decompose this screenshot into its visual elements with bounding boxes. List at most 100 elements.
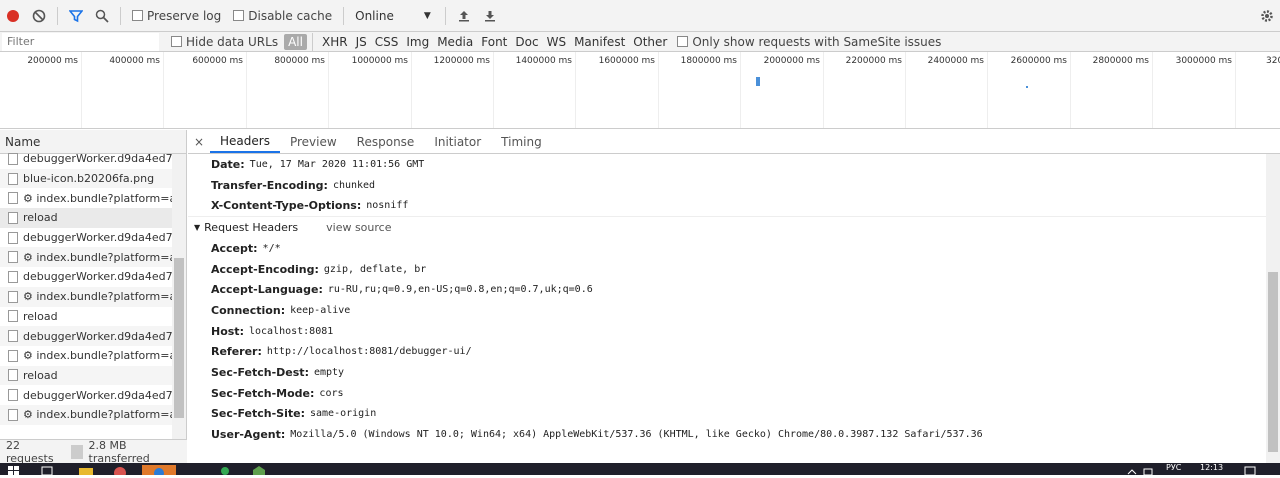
file-explorer-icon[interactable] <box>78 465 96 475</box>
triangle-down-icon: ▼ <box>194 223 201 233</box>
preserve-log-label: Preserve log <box>147 8 222 23</box>
type-filter-media[interactable]: Media <box>433 34 477 50</box>
tick-label: 2800000 ms <box>1092 56 1149 66</box>
file-icon <box>8 369 18 382</box>
request-list-scrollbar[interactable] <box>172 154 186 440</box>
disable-cache-checkbox[interactable]: Disable cache <box>233 9 332 23</box>
type-filter-doc[interactable]: Doc <box>511 34 542 50</box>
response-header-row: Transfer-Encoding: chunked <box>188 175 1266 196</box>
header-key: User-Agent: <box>211 428 286 442</box>
request-row[interactable]: debuggerWorker.d9da4ed7.js <box>0 326 172 346</box>
request-row[interactable]: ⚙ index.bundle?platform=android <box>0 404 172 425</box>
file-icon <box>8 290 18 303</box>
request-row[interactable]: ⚙ index.bundle?platform=android <box>0 247 172 268</box>
type-filter-ws[interactable]: WS <box>543 34 570 50</box>
type-filter-all[interactable]: All <box>284 33 307 50</box>
file-icon <box>8 211 18 224</box>
request-header-row: Accept-Language: ru-RU,ru;q=0.9,en-US;q=0… <box>188 279 1266 300</box>
transfer-size: 2.8 MB transferred <box>88 438 150 465</box>
network-icon <box>1142 465 1160 476</box>
tick-label: 200000 ms <box>27 56 78 66</box>
type-filter-manifest[interactable]: Manifest <box>570 34 629 50</box>
throttling-value: Online <box>355 8 394 23</box>
header-value: http://localhost:8081/debugger-ui/ <box>266 346 472 358</box>
request-row[interactable]: ⚙ index.bundle?platform=android <box>0 188 172 208</box>
settings-button[interactable] <box>1254 3 1280 29</box>
request-row[interactable]: debuggerWorker.d9da4ed7.js <box>0 228 172 248</box>
request-header-row: Accept: */* <box>188 238 1266 259</box>
tab-timing[interactable]: Timing <box>491 130 552 153</box>
windows-start-icon[interactable] <box>8 465 26 475</box>
request-name: ⚙ index.bundle?platform=android <box>23 408 172 422</box>
request-name: reload <box>23 309 58 323</box>
checkbox-box <box>171 36 182 47</box>
request-row[interactable]: ⚙ index.bundle?platform=android <box>0 346 172 366</box>
maps-app-icon[interactable] <box>218 465 236 475</box>
type-filter-css[interactable]: CSS <box>371 34 403 50</box>
request-row-selected[interactable]: reload <box>0 208 172 228</box>
request-row[interactable]: debuggerWorker.d9da4ed7.js <box>0 385 172 405</box>
active-app-icon[interactable] <box>142 465 176 478</box>
request-details-panel: × Headers Preview Response Initiator Tim… <box>188 130 1280 463</box>
tab-initiator[interactable]: Initiator <box>424 130 491 153</box>
type-filter-other[interactable]: Other <box>629 34 671 50</box>
type-filter-img[interactable]: Img <box>402 34 433 50</box>
import-har-button[interactable] <box>451 3 477 29</box>
request-header-row: Accept-Encoding: gzip, deflate, br <box>188 259 1266 280</box>
request-name: debuggerWorker.d9da4ed7.js <box>23 329 172 343</box>
request-row[interactable]: debuggerWorker.d9da4ed7.js <box>0 267 172 287</box>
samesite-checkbox[interactable]: Only show requests with SameSite issues <box>677 35 941 49</box>
type-filter-xhr[interactable]: XHR <box>318 34 352 50</box>
search-button[interactable] <box>89 3 115 29</box>
keyboard-language[interactable]: РУС <box>1166 463 1181 472</box>
header-value: empty <box>313 367 345 379</box>
file-icon <box>8 389 18 402</box>
request-name: ⚙ index.bundle?platform=android <box>23 191 172 205</box>
notifications-icon[interactable] <box>1244 465 1262 476</box>
timeline-overview[interactable]: 200000 ms 400000 ms 600000 ms 800000 ms … <box>0 52 1280 129</box>
filter-toggle-button[interactable] <box>63 3 89 29</box>
record-button[interactable] <box>0 3 26 29</box>
request-header-row: Sec-Fetch-Site: same-origin <box>188 404 1266 425</box>
request-header-row: Host: localhost:8081 <box>188 321 1266 342</box>
node-app-icon[interactable] <box>252 465 270 475</box>
request-header-row: Sec-Fetch-Mode: cors <box>188 383 1266 404</box>
tab-headers[interactable]: Headers <box>210 130 280 153</box>
clock-time[interactable]: 12:13 <box>1200 463 1223 472</box>
browser-icon[interactable] <box>112 465 130 478</box>
task-view-icon[interactable] <box>40 465 58 476</box>
request-header-row: Connection: keep-alive <box>188 300 1266 321</box>
scrollbar-thumb[interactable] <box>1268 272 1278 452</box>
disable-cache-label: Disable cache <box>248 8 333 23</box>
file-icon <box>8 251 18 264</box>
request-row[interactable]: debuggerWorker.d9da4ed7.js <box>0 149 172 169</box>
type-filter-font[interactable]: Font <box>477 34 511 50</box>
preserve-log-checkbox[interactable]: Preserve log <box>132 9 221 23</box>
throttling-select[interactable]: Online ▼ <box>355 9 431 23</box>
type-filter-js[interactable]: JS <box>352 34 371 50</box>
gear-icon <box>1261 9 1273 22</box>
clear-button[interactable] <box>26 3 52 29</box>
header-key: Connection: <box>211 303 286 317</box>
view-source-link[interactable]: view source <box>326 221 391 234</box>
tick-label: 1600000 ms <box>598 56 655 66</box>
request-row[interactable]: ⚙ index.bundle?platform=android <box>0 286 172 307</box>
tab-preview[interactable]: Preview <box>280 130 347 153</box>
tick-label: 2600000 ms <box>1010 56 1067 66</box>
scrollbar-thumb[interactable] <box>174 258 184 418</box>
tab-response[interactable]: Response <box>347 130 425 153</box>
header-value: cors <box>319 387 344 399</box>
close-icon[interactable]: × <box>188 135 210 149</box>
request-headers-section[interactable]: ▼ Request Headers view source <box>188 216 1266 238</box>
file-icon <box>8 310 18 323</box>
request-row[interactable]: reload <box>0 365 172 386</box>
timeline-request-bar <box>756 77 760 86</box>
request-list: debuggerWorker.d9da4ed7.js blue-icon.b20… <box>0 149 186 435</box>
export-har-button[interactable] <box>477 3 503 29</box>
hide-data-urls-checkbox[interactable]: Hide data URLs <box>171 35 278 49</box>
filter-input[interactable] <box>2 32 159 51</box>
request-row[interactable]: reload <box>0 307 172 327</box>
details-scrollbar[interactable] <box>1266 154 1280 463</box>
request-row[interactable]: blue-icon.b20206fa.png <box>0 168 172 189</box>
file-icon <box>8 408 18 421</box>
